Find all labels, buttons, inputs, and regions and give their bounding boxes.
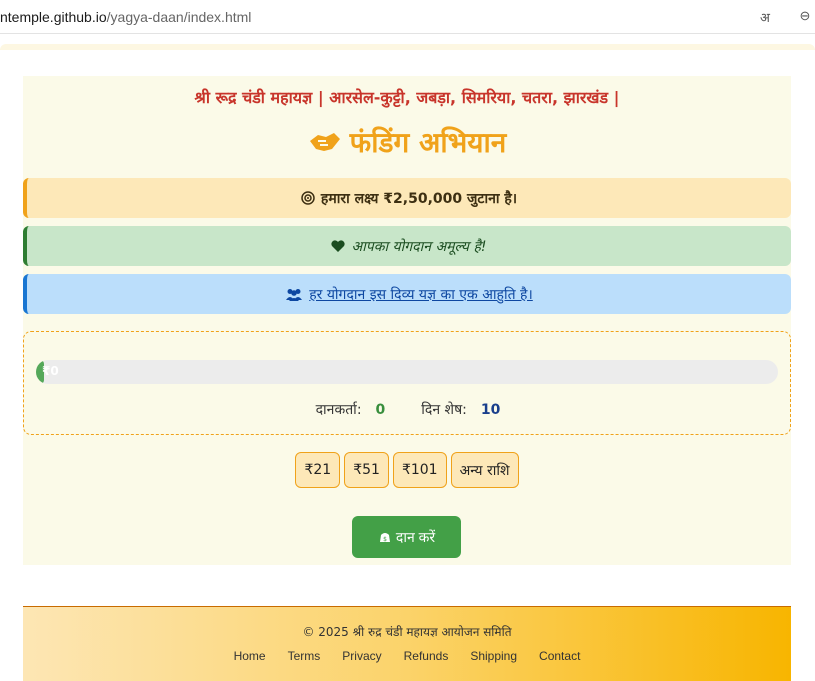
info-alert[interactable]: हर योगदान इस दिव्य यज्ञ का एक आहुति है। xyxy=(23,274,791,314)
footer-links: Home Terms Privacy Refunds Shipping Cont… xyxy=(23,649,791,663)
footer-link-home[interactable]: Home xyxy=(234,649,266,663)
days-value: 10 xyxy=(480,402,501,418)
goal-alert: हमारा लक्ष्य ₹2,50,000 जुटाना है। xyxy=(23,178,791,218)
users-icon xyxy=(286,288,303,301)
funding-card: श्री रूद्र चंडी महायज्ञ | आरसेल-कुट्टी, … xyxy=(23,76,791,565)
donors-label: दानकर्ता: xyxy=(315,402,362,418)
thanks-text: आपका योगदान अमूल्य है! xyxy=(351,238,487,255)
url-text[interactable]: ntemple.github.io/yagya-daan/index.html xyxy=(0,9,251,25)
info-text[interactable]: हर योगदान इस दिव्य यज्ञ का एक आहुति है। xyxy=(309,285,533,304)
footer-link-privacy[interactable]: Privacy xyxy=(342,649,381,663)
footer-link-shipping[interactable]: Shipping xyxy=(470,649,517,663)
page-title: फंडिंग अभियान xyxy=(23,123,791,161)
footer-link-contact[interactable]: Contact xyxy=(539,649,580,663)
handshake-icon xyxy=(309,133,340,151)
event-subtitle: श्री रूद्र चंडी महायज्ञ | आरसेल-कुट्टी, … xyxy=(194,88,620,107)
copyright: © 2025 श्री रुद्र चंडी महायज्ञ आयोजन समि… xyxy=(302,625,512,639)
url-host: ntemple.github.io xyxy=(0,8,107,25)
heart-icon xyxy=(331,239,346,252)
reader-mode-icon[interactable]: अ xyxy=(755,8,775,26)
page: श्री रूद्र चंडी महायज्ञ | आरसेल-कुट्टी, … xyxy=(0,34,815,681)
browser-address-bar[interactable]: ntemple.github.io/yagya-daan/index.html … xyxy=(0,0,815,34)
zoom-icon[interactable]: ⊖ xyxy=(795,8,815,26)
footer-link-refunds[interactable]: Refunds xyxy=(404,649,449,663)
target-icon xyxy=(301,191,315,205)
donors-value: 0 xyxy=(375,402,386,418)
top-strip xyxy=(0,44,815,50)
footer-link-terms[interactable]: Terms xyxy=(288,649,321,663)
days-stat: दिन शेष: 10 xyxy=(421,400,500,419)
thanks-alert: आपका योगदान अमूल्य है! xyxy=(23,226,791,266)
amount-21-button[interactable]: ₹21 xyxy=(295,452,341,488)
donors-stat: दानकर्ता: 0 xyxy=(316,400,386,419)
campaign-stats: दानकर्ता: 0 दिन शेष: 10 xyxy=(24,400,792,419)
progress-box: ₹0 दानकर्ता: 0 दिन शेष: 10 xyxy=(23,331,791,435)
amount-options: ₹21 ₹51 ₹101 अन्य राशि xyxy=(23,452,791,488)
other-amount-button[interactable]: अन्य राशि xyxy=(450,452,519,488)
days-label: दिन शेष: xyxy=(421,402,467,418)
footer: © 2025 श्री रुद्र चंडी महायज्ञ आयोजन समि… xyxy=(23,606,791,681)
title-text: फंडिंग अभियान xyxy=(349,126,507,159)
svg-text:$: $ xyxy=(383,536,387,543)
progress-label: ₹0 xyxy=(42,364,59,378)
url-path: /yagya-daan/index.html xyxy=(106,8,252,25)
amount-101-button[interactable]: ₹101 xyxy=(392,452,447,488)
donate-label: दान करें xyxy=(395,528,436,545)
goal-text: हमारा लक्ष्य ₹2,50,000 जुटाना है। xyxy=(320,190,518,207)
donate-button[interactable]: $ दान करें xyxy=(352,516,461,558)
amount-51-button[interactable]: ₹51 xyxy=(344,452,389,488)
donate-icon: $ xyxy=(379,533,390,543)
progress-bar: ₹0 xyxy=(36,360,778,384)
